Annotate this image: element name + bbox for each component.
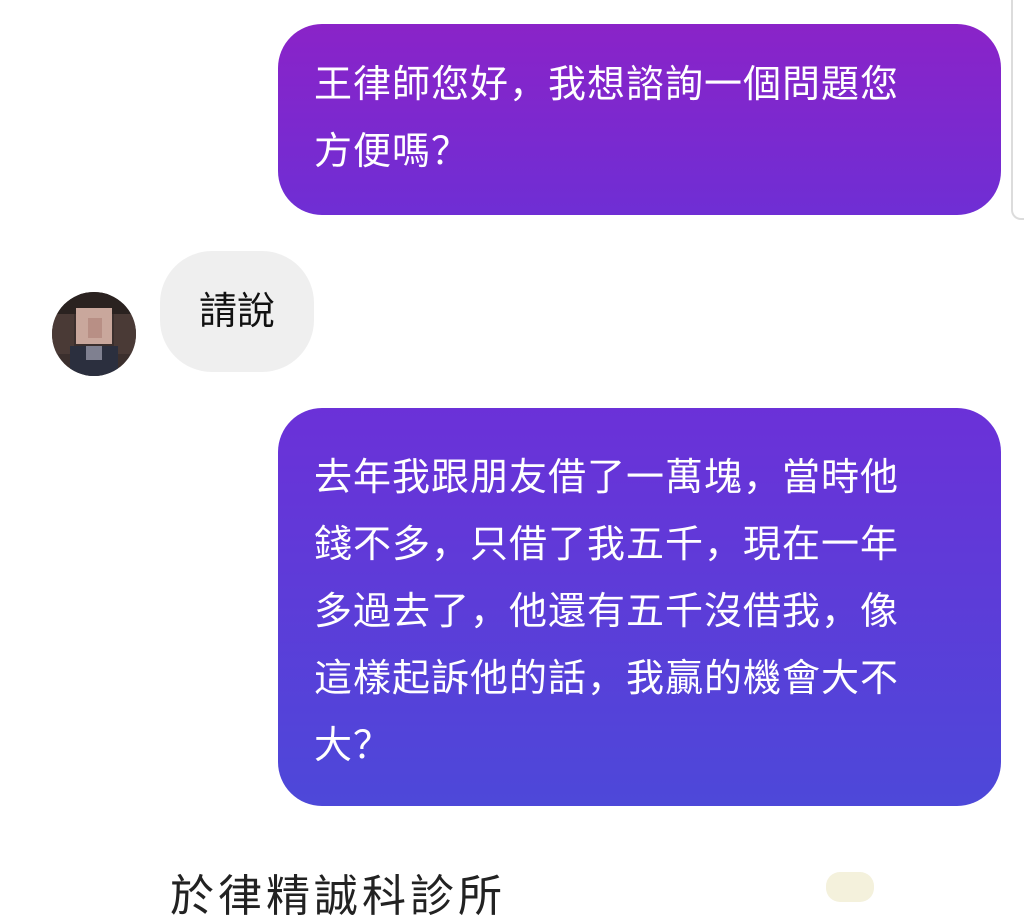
avatar-collar — [86, 346, 102, 360]
partial-header-text: 於律精誠科診所 — [170, 871, 506, 922]
scrollbar-edge[interactable] — [1011, 0, 1024, 220]
outgoing-message-bubble[interactable]: 去年我跟朋友借了一萬塊，當時他 錢不多，只借了我五千，現在一年 多過去了，他還有… — [278, 408, 1001, 806]
avatar-face-shade — [88, 318, 102, 338]
lawyer-avatar[interactable] — [52, 292, 136, 376]
incoming-message-bubble[interactable]: 請說 — [160, 251, 314, 372]
badge-icon — [826, 872, 874, 902]
outgoing-message-bubble[interactable]: 王律師您好，我想諮詢一個問題您 方便嗎？ — [278, 24, 1001, 215]
